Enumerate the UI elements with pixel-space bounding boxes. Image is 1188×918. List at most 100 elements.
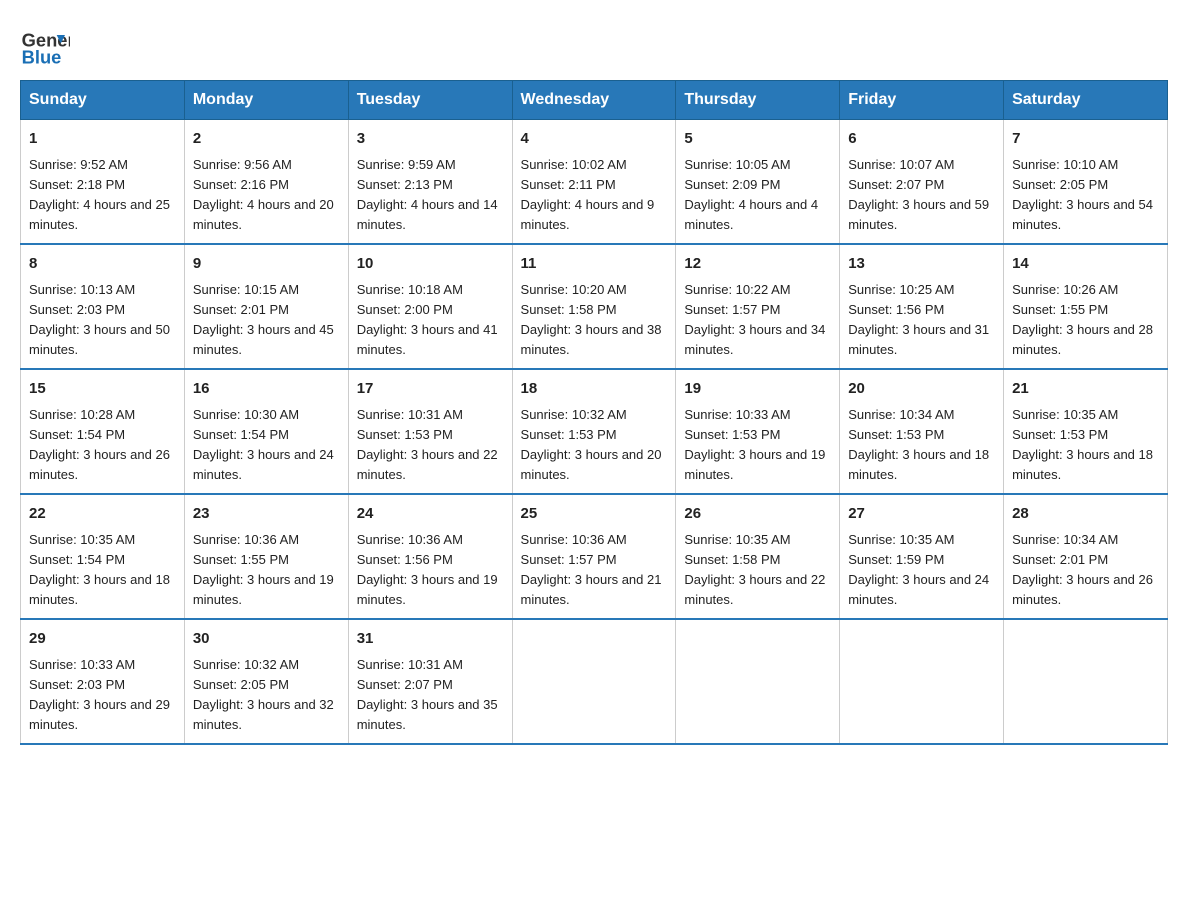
day-number: 5 xyxy=(684,128,831,151)
calendar-cell: 1 Sunrise: 9:52 AMSunset: 2:18 PMDaylight… xyxy=(21,120,185,245)
day-info: Sunrise: 10:31 AMSunset: 2:07 PMDaylight… xyxy=(357,655,504,736)
week-row-2: 8 Sunrise: 10:13 AMSunset: 2:03 PMDayligh… xyxy=(21,244,1168,369)
day-info: Sunrise: 10:32 AMSunset: 2:05 PMDaylight… xyxy=(193,655,340,736)
day-number: 22 xyxy=(29,503,176,526)
calendar-cell: 4 Sunrise: 10:02 AMSunset: 2:11 PMDayligh… xyxy=(512,120,676,245)
day-info: Sunrise: 10:13 AMSunset: 2:03 PMDaylight… xyxy=(29,280,176,361)
day-number: 14 xyxy=(1012,253,1159,276)
calendar-cell: 31 Sunrise: 10:31 AMSunset: 2:07 PMDaylig… xyxy=(348,619,512,744)
calendar-cell: 21Sunrise: 10:35 AMSunset: 1:53 PMDaylig… xyxy=(1004,369,1168,494)
day-info: Sunrise: 10:35 AMSunset: 1:54 PMDaylight… xyxy=(29,530,176,611)
day-info: Sunrise: 10:34 AMSunset: 2:01 PMDaylight… xyxy=(1012,530,1159,611)
calendar-cell: 18 Sunrise: 10:32 AMSunset: 1:53 PMDaylig… xyxy=(512,369,676,494)
calendar-cell: 11 Sunrise: 10:20 AMSunset: 1:58 PMDaylig… xyxy=(512,244,676,369)
logo-icon: General Blue xyxy=(20,20,70,70)
day-header-saturday: Saturday xyxy=(1004,81,1168,120)
calendar-cell: 2Sunrise: 9:56 AMSunset: 2:16 PMDaylight… xyxy=(184,120,348,245)
calendar-cell xyxy=(676,619,840,744)
calendar-cell: 20Sunrise: 10:34 AMSunset: 1:53 PMDaylig… xyxy=(840,369,1004,494)
calendar-cell: 23 Sunrise: 10:36 AMSunset: 1:55 PMDaylig… xyxy=(184,494,348,619)
day-number: 7 xyxy=(1012,128,1159,151)
day-header-friday: Friday xyxy=(840,81,1004,120)
calendar-cell: 24 Sunrise: 10:36 AMSunset: 1:56 PMDaylig… xyxy=(348,494,512,619)
calendar-cell: 19Sunrise: 10:33 AMSunset: 1:53 PMDaylig… xyxy=(676,369,840,494)
calendar-table: SundayMondayTuesdayWednesdayThursdayFrid… xyxy=(20,80,1168,745)
day-number: 4 xyxy=(521,128,668,151)
day-info: Sunrise: 9:59 AMSunset: 2:13 PMDaylight:… xyxy=(357,155,504,236)
day-header-tuesday: Tuesday xyxy=(348,81,512,120)
day-number: 25 xyxy=(521,503,668,526)
day-number: 17 xyxy=(357,378,504,401)
calendar-cell: 26 Sunrise: 10:35 AMSunset: 1:58 PMDaylig… xyxy=(676,494,840,619)
day-info: Sunrise: 10:35 AMSunset: 1:58 PMDaylight… xyxy=(684,530,831,611)
day-info: Sunrise: 10:07 AMSunset: 2:07 PMDaylight… xyxy=(848,155,995,236)
calendar-cell: 13 Sunrise: 10:25 AMSunset: 1:56 PMDaylig… xyxy=(840,244,1004,369)
calendar-cell: 25 Sunrise: 10:36 AMSunset: 1:57 PMDaylig… xyxy=(512,494,676,619)
calendar-cell: 14 Sunrise: 10:26 AMSunset: 1:55 PMDaylig… xyxy=(1004,244,1168,369)
calendar-cell: 6 Sunrise: 10:07 AMSunset: 2:07 PMDayligh… xyxy=(840,120,1004,245)
svg-text:Blue: Blue xyxy=(22,46,62,67)
calendar-cell: 29 Sunrise: 10:33 AMSunset: 2:03 PMDaylig… xyxy=(21,619,185,744)
day-info: Sunrise: 10:30 AMSunset: 1:54 PMDaylight… xyxy=(193,405,340,486)
calendar-cell: 28 Sunrise: 10:34 AMSunset: 2:01 PMDaylig… xyxy=(1004,494,1168,619)
day-number: 23 xyxy=(193,503,340,526)
day-info: Sunrise: 10:31 AMSunset: 1:53 PMDaylight… xyxy=(357,405,504,486)
day-header-thursday: Thursday xyxy=(676,81,840,120)
calendar-cell xyxy=(512,619,676,744)
day-number: 20 xyxy=(848,378,995,401)
day-number: 24 xyxy=(357,503,504,526)
day-number: 1 xyxy=(29,128,176,151)
day-number: 18 xyxy=(521,378,668,401)
day-number: 13 xyxy=(848,253,995,276)
week-row-5: 29 Sunrise: 10:33 AMSunset: 2:03 PMDaylig… xyxy=(21,619,1168,744)
day-info: Sunrise: 10:36 AMSunset: 1:57 PMDaylight… xyxy=(521,530,668,611)
day-info: Sunrise: 10:36 AMSunset: 1:55 PMDaylight… xyxy=(193,530,340,611)
day-info: Sunrise: 10:20 AMSunset: 1:58 PMDaylight… xyxy=(521,280,668,361)
day-info: Sunrise: 10:28 AMSunset: 1:54 PMDaylight… xyxy=(29,405,176,486)
day-number: 19 xyxy=(684,378,831,401)
calendar-cell: 27Sunrise: 10:35 AMSunset: 1:59 PMDaylig… xyxy=(840,494,1004,619)
day-number: 6 xyxy=(848,128,995,151)
calendar-cell: 16 Sunrise: 10:30 AMSunset: 1:54 PMDaylig… xyxy=(184,369,348,494)
calendar-cell: 17 Sunrise: 10:31 AMSunset: 1:53 PMDaylig… xyxy=(348,369,512,494)
day-info: Sunrise: 10:25 AMSunset: 1:56 PMDaylight… xyxy=(848,280,995,361)
day-info: Sunrise: 10:02 AMSunset: 2:11 PMDaylight… xyxy=(521,155,668,236)
page-header: General Blue xyxy=(20,20,1168,70)
day-info: Sunrise: 9:56 AMSunset: 2:16 PMDaylight:… xyxy=(193,155,340,236)
day-number: 12 xyxy=(684,253,831,276)
day-info: Sunrise: 9:52 AMSunset: 2:18 PMDaylight:… xyxy=(29,155,176,236)
day-info: Sunrise: 10:32 AMSunset: 1:53 PMDaylight… xyxy=(521,405,668,486)
day-info: Sunrise: 10:26 AMSunset: 1:55 PMDaylight… xyxy=(1012,280,1159,361)
day-number: 26 xyxy=(684,503,831,526)
calendar-cell: 10 Sunrise: 10:18 AMSunset: 2:00 PMDaylig… xyxy=(348,244,512,369)
day-number: 21 xyxy=(1012,378,1159,401)
calendar-cell: 8 Sunrise: 10:13 AMSunset: 2:03 PMDayligh… xyxy=(21,244,185,369)
week-row-3: 15 Sunrise: 10:28 AMSunset: 1:54 PMDaylig… xyxy=(21,369,1168,494)
calendar-cell: 12Sunrise: 10:22 AMSunset: 1:57 PMDaylig… xyxy=(676,244,840,369)
calendar-cell xyxy=(1004,619,1168,744)
day-number: 15 xyxy=(29,378,176,401)
day-number: 10 xyxy=(357,253,504,276)
day-info: Sunrise: 10:36 AMSunset: 1:56 PMDaylight… xyxy=(357,530,504,611)
day-info: Sunrise: 10:10 AMSunset: 2:05 PMDaylight… xyxy=(1012,155,1159,236)
calendar-cell: 22 Sunrise: 10:35 AMSunset: 1:54 PMDaylig… xyxy=(21,494,185,619)
day-number: 29 xyxy=(29,628,176,651)
day-number: 16 xyxy=(193,378,340,401)
day-number: 30 xyxy=(193,628,340,651)
day-header-wednesday: Wednesday xyxy=(512,81,676,120)
day-number: 3 xyxy=(357,128,504,151)
logo: General Blue xyxy=(20,20,76,70)
day-info: Sunrise: 10:33 AMSunset: 2:03 PMDaylight… xyxy=(29,655,176,736)
week-row-4: 22 Sunrise: 10:35 AMSunset: 1:54 PMDaylig… xyxy=(21,494,1168,619)
day-number: 27 xyxy=(848,503,995,526)
calendar-cell: 30 Sunrise: 10:32 AMSunset: 2:05 PMDaylig… xyxy=(184,619,348,744)
calendar-cell: 5Sunrise: 10:05 AMSunset: 2:09 PMDayligh… xyxy=(676,120,840,245)
calendar-cell: 7 Sunrise: 10:10 AMSunset: 2:05 PMDayligh… xyxy=(1004,120,1168,245)
day-number: 28 xyxy=(1012,503,1159,526)
day-number: 8 xyxy=(29,253,176,276)
day-info: Sunrise: 10:18 AMSunset: 2:00 PMDaylight… xyxy=(357,280,504,361)
day-info: Sunrise: 10:15 AMSunset: 2:01 PMDaylight… xyxy=(193,280,340,361)
day-number: 31 xyxy=(357,628,504,651)
day-number: 11 xyxy=(521,253,668,276)
day-header-monday: Monday xyxy=(184,81,348,120)
